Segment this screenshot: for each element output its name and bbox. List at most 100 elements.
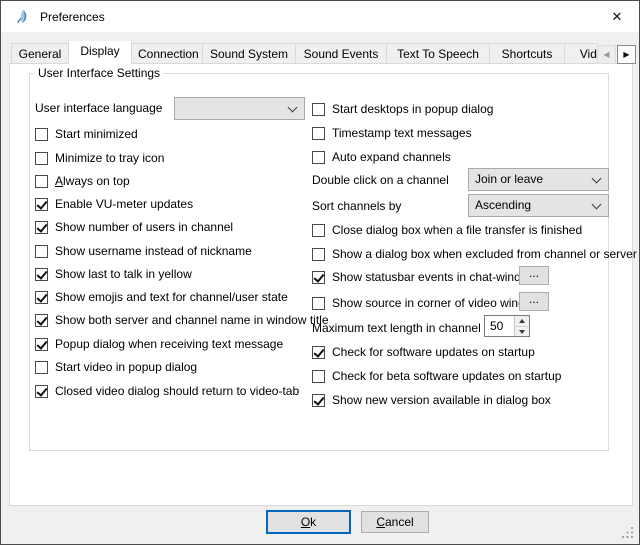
checkbox-label: Close dialog box when a file transfer is… [332,223,582,237]
max-text-length-label: Maximum text length in channel list [312,320,499,336]
tab-scroll-buttons: ◀ ▶ [596,45,636,64]
sort-channels-value: Ascending [475,198,531,212]
checkbox-box[interactable] [35,361,48,374]
checkbox-check-updates[interactable]: Check for software updates on startup [312,344,535,360]
checkbox-enable-vu-meter[interactable]: Enable VU-meter updates [35,196,193,212]
spinner-down-icon[interactable] [515,327,529,337]
checkbox-box[interactable] [312,346,325,359]
checkbox-label: Check for software updates on startup [332,345,535,359]
checkbox-box[interactable] [312,394,325,407]
ok-mnemonic: O [301,515,310,529]
checkbox-box[interactable] [312,103,325,116]
tab-general[interactable]: General [11,43,69,64]
checkbox-box[interactable] [312,297,325,310]
sort-channels-label: Sort channels by [312,198,401,214]
checkbox-label: Popup dialog when receiving text message [55,337,283,351]
tab-text-to-speech[interactable]: Text To Speech [386,43,490,64]
checkbox-show-new-version[interactable]: Show new version available in dialog box [312,392,551,408]
checkbox-box[interactable] [35,175,48,188]
cancel-mnemonic: C [376,515,385,529]
checkbox-box[interactable] [312,248,325,261]
checkbox-start-minimized[interactable]: Start minimized [35,126,138,142]
checkbox-box[interactable] [35,385,48,398]
statusbar-events-options-button[interactable]: ... [519,266,549,285]
checkbox-label: Timestamp text messages [332,126,472,140]
preferences-dialog: Preferences ✕ General Display Connection… [0,0,640,545]
checkbox-label: Closed video dialog should return to vid… [55,384,299,398]
checkbox-show-username[interactable]: Show username instead of nickname [35,243,252,259]
tab-bar: General Display Connection Sound System … [11,41,598,64]
checkbox-always-on-top[interactable]: Always on top [35,173,130,189]
checkbox-box[interactable] [35,291,48,304]
checkbox-timestamp-messages[interactable]: Timestamp text messages [312,125,472,141]
chevron-down-icon [288,103,298,113]
checkbox-minimize-to-tray[interactable]: Minimize to tray icon [35,150,164,166]
checkbox-close-on-transfer-finish[interactable]: Close dialog box when a file transfer is… [312,222,582,238]
checkbox-label: Auto expand channels [332,150,451,164]
checkbox-desktops-popup[interactable]: Start desktops in popup dialog [312,101,493,117]
cancel-rest: ancel [385,515,414,529]
close-button[interactable]: ✕ [605,5,629,29]
tab-sound-events[interactable]: Sound Events [295,43,387,64]
double-click-combobox[interactable]: Join or leave [468,168,609,191]
checkbox-source-in-video-corner[interactable]: Show source in corner of video window [312,295,540,311]
checkbox-box[interactable] [35,128,48,141]
checkbox-label: Show statusbar events in chat-window [332,270,536,284]
checkbox-last-to-talk-yellow[interactable]: Show last to talk in yellow [35,266,192,282]
checkbox-check-beta-updates[interactable]: Check for beta software updates on start… [312,368,561,384]
checkbox-box[interactable] [35,268,48,281]
checkbox-label: Show emojis and text for channel/user st… [55,290,288,304]
checkbox-box[interactable] [312,224,325,237]
tab-connection[interactable]: Connection [131,43,203,64]
checkbox-box[interactable] [35,314,48,327]
app-icon [14,9,30,25]
max-text-length-spinner[interactable]: 50 [484,315,530,337]
max-text-length-value: 50 [485,316,514,336]
checkbox-label: Show last to talk in yellow [55,267,192,281]
tab-sound-system[interactable]: Sound System [202,43,296,64]
spinner-up-icon[interactable] [515,316,529,327]
checkbox-closed-video-return[interactable]: Closed video dialog should return to vid… [35,383,299,399]
checkbox-box[interactable] [312,127,325,140]
tab-display[interactable]: Display [68,41,132,64]
sort-channels-combobox[interactable]: Ascending [468,194,609,217]
checkbox-start-video-popup[interactable]: Start video in popup dialog [35,359,197,375]
tab-scroll-left-icon[interactable]: ◀ [597,45,616,64]
checkbox-box[interactable] [35,245,48,258]
checkbox-label: Show new version available in dialog box [332,393,551,407]
tab-shortcuts[interactable]: Shortcuts [489,43,565,64]
checkbox-label: Show username instead of nickname [55,244,252,258]
ok-button[interactable]: Ok [266,510,351,534]
ok-rest: k [310,515,316,529]
tab-scroll-right-icon[interactable]: ▶ [617,45,636,64]
checkbox-box[interactable] [35,338,48,351]
spinner-buttons [514,316,529,336]
cancel-button[interactable]: Cancel [361,511,429,533]
checkbox-label: Show both server and channel name in win… [55,313,329,327]
checkbox-statusbar-events[interactable]: Show statusbar events in chat-window [312,269,536,285]
checkbox-show-user-count[interactable]: Show number of users in channel [35,219,233,235]
chevron-down-icon [592,174,602,184]
checkbox-box[interactable] [312,370,325,383]
checkbox-label: Show number of users in channel [55,220,233,234]
checkbox-popup-on-text-message[interactable]: Popup dialog when receiving text message [35,336,283,352]
checkbox-show-emojis[interactable]: Show emojis and text for channel/user st… [35,289,288,305]
checkbox-box[interactable] [35,152,48,165]
checkbox-box[interactable] [312,151,325,164]
checkbox-server-channel-in-title[interactable]: Show both server and channel name in win… [35,312,329,328]
checkbox-label: Enable VU-meter updates [55,197,193,211]
tab-video[interactable]: Video [564,43,598,64]
checkbox-box[interactable] [35,198,48,211]
checkbox-dialog-when-excluded[interactable]: Show a dialog box when excluded from cha… [312,246,637,262]
checkbox-box[interactable] [312,271,325,284]
resize-grip-icon[interactable] [622,527,634,539]
checkbox-box[interactable] [35,221,48,234]
checkbox-auto-expand-channels[interactable]: Auto expand channels [312,149,451,165]
checkbox-label: Always on top [55,174,130,188]
group-user-interface-settings: User Interface Settings User interface l… [29,73,609,451]
title-bar: Preferences ✕ [1,1,639,32]
checkbox-label: Show source in corner of video window [332,296,540,310]
language-combobox[interactable] [174,97,305,120]
label-mnemonic: A [55,174,63,188]
video-source-options-button[interactable]: ... [519,292,549,311]
